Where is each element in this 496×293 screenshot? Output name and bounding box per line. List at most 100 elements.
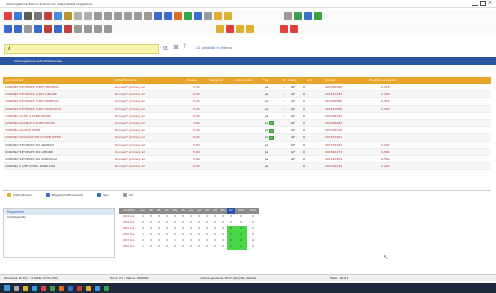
table-row[interactable]: CORONA ACTIV 0,5CPB DIFORI Dunaps* primar… [3,113,491,120]
folder-open-icon[interactable] [236,25,244,33]
cut-icon[interactable] [44,12,52,20]
tab-alt[interactable]: Alt [122,193,133,197]
cart-icon[interactable] [34,25,42,33]
table-row[interactable]: CORONA DOUBLE 0,5CPB DIFORI Dunaps* prima… [3,119,491,128]
gear-icon[interactable] [84,25,92,33]
col-um[interactable]: Um. [307,77,313,84]
globe-icon[interactable] [294,12,302,20]
table-row[interactable]: CORONA*18*28CPC DX ARANCIA Dunaps* primar… [3,142,491,149]
find-icon[interactable] [164,12,172,20]
close-icon[interactable]: ✕ [488,1,494,6]
shield-icon[interactable] [304,12,312,20]
col-prezzo[interactable]: Prezzo [187,77,197,84]
tab-ven[interactable]: Ven [97,193,109,197]
minus-icon[interactable] [284,12,292,20]
col-codice[interactable]: Codice [325,77,335,84]
row-n: 0 [303,99,305,104]
app-icon[interactable] [59,285,64,291]
table-row[interactable]: CORONA*18*28CPC DX SCIROCCO Dunaps* prima… [3,156,491,164]
pdf-icon[interactable] [280,25,288,33]
grid-icon[interactable] [114,12,122,20]
settings-icon[interactable] [204,12,212,20]
table-row[interactable]: CORONA*18*28CPC 0,80T ARANCIA Dunaps* pri… [3,84,491,92]
row-desc: CORONA*18*28CPC 0,80T MIRTILLO [5,99,59,104]
col-fornitore[interactable]: Ditta/Fornitore [115,77,137,84]
table-row[interactable]: CORONA 5 LIFE CONS. DUNA LEG Dunaps* prim… [3,163,491,171]
mail-icon[interactable] [194,12,202,20]
sort-icon[interactable] [104,12,112,20]
row-supplier: Dunaps* primary srl [115,106,146,111]
grid-view-icon[interactable] [24,25,32,33]
col-ultimo[interactable]: Pr.ultimo.acquisto [369,77,396,84]
row-pcost: GF [291,135,296,140]
table-row[interactable]: CORONA ACCESS 5CPB Dunaps* primary srl 6,2… [3,127,491,135]
col-articolo[interactable]: Cod.Articolo [5,77,23,84]
row-code: 001500086 [325,99,343,104]
row-um: pz [265,156,269,161]
open-icon[interactable] [14,12,22,20]
home-icon[interactable] [4,25,12,33]
box-icon[interactable] [44,25,52,33]
redo-icon[interactable] [84,12,92,20]
print-icon[interactable] [34,12,42,20]
app-icon[interactable] [95,285,100,291]
windows-start-icon[interactable] [4,285,10,291]
calc-icon[interactable] [94,25,102,33]
flag-icon[interactable] [314,12,322,20]
col-marginali[interactable]: Marginali [209,77,223,84]
col-impaccad[interactable]: Imp.Accad. [235,77,252,84]
tab-magazzini[interactable]: Magazzini/Movimenti [45,193,83,197]
app-icon[interactable] [50,285,55,291]
report-icon[interactable] [174,12,182,20]
table-row[interactable]: CORONA*18*28CPC 0,80T MIRTILLO Dunaps* pr… [3,98,491,106]
maximize-icon[interactable] [480,1,486,6]
pdf2-icon[interactable] [290,25,298,33]
chart-icon[interactable] [124,12,132,20]
warehouse-item[interactable]: Inc/Deposito [4,215,114,220]
copy-icon[interactable] [54,12,62,20]
paste-icon[interactable] [64,12,72,20]
chrome-icon[interactable] [41,285,46,291]
minimize-icon[interactable] [472,1,478,6]
table-row[interactable]: CORONA*18*28CPC 0,80T SCIROCCO Dunaps* pr… [3,105,491,113]
row-supplier: Dunaps* primary srl [115,99,146,104]
table-row[interactable]: CORONA MULTIACTION 0,5CPB DIFER Dunaps* p… [3,134,491,142]
filter-icon[interactable] [94,12,102,20]
new-doc-icon[interactable] [4,12,12,20]
search-icon[interactable]: α [163,44,168,52]
folder-icon[interactable] [216,25,224,33]
app-icon[interactable] [104,285,109,291]
row-price: 0,20 [193,85,200,89]
truck-icon[interactable] [74,25,82,33]
col-tipo[interactable]: Tipo [263,77,269,84]
user-icon[interactable] [64,25,72,33]
flag-red-icon[interactable] [226,25,234,33]
excel-icon[interactable] [184,12,192,20]
doc-icon[interactable] [104,25,112,33]
browser-icon[interactable] [32,285,37,291]
tools-icon[interactable] [144,12,152,20]
book-icon[interactable] [54,25,62,33]
search-input[interactable]: 4 [4,44,159,54]
app-icon[interactable] [77,285,82,291]
save-icon[interactable] [24,12,32,20]
app-icon[interactable] [68,285,73,291]
table-row[interactable]: CORONA*18*28CPC 0,80T LIMONE Dunaps* prim… [3,91,491,99]
warning-icon[interactable] [224,12,232,20]
explorer-icon[interactable] [23,285,28,291]
zoom-icon[interactable] [154,12,162,20]
col-pcosto[interactable]: Pr. Costo [283,77,296,84]
app-icon[interactable] [86,285,91,291]
search-task-icon[interactable] [14,285,19,291]
calendar-icon[interactable] [134,12,142,20]
reset-icon[interactable]: ⊠ [172,44,180,52]
grid-header: Cod.Articolo Ditta/Fornitore Prezzo Marg… [3,77,491,84]
star-icon[interactable] [214,12,222,20]
help-icon[interactable]: ? [183,43,186,50]
list-icon[interactable] [14,25,22,33]
undo-icon[interactable] [74,12,82,20]
row-pcost: GF [291,99,296,104]
package-icon[interactable] [246,25,254,33]
table-row[interactable]: CORONA*18*28CPC DX LIMONE Dunaps* primary… [3,148,491,156]
tab-listini[interactable]: Listini/Prezzi [7,193,32,197]
